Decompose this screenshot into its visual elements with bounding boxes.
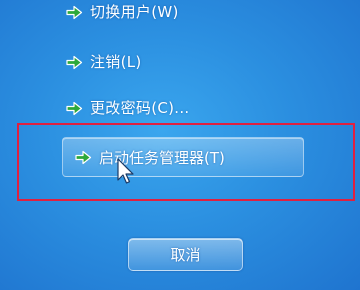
menu-item-change-password[interactable]: 更改密码(C)...	[66, 101, 189, 116]
menu-item-log-off[interactable]: 注销(L)	[66, 55, 142, 70]
menu-item-label: 更改密码(C)...	[90, 99, 190, 117]
menu-item-switch-user[interactable]: 切换用户(W)	[66, 5, 179, 20]
menu-item-label: 注销(L)	[90, 53, 142, 71]
menu-item-task-manager[interactable]: 启动任务管理器(T)	[62, 137, 304, 177]
menu-item-label: 切换用户(W)	[90, 3, 179, 21]
mouse-cursor-icon	[117, 158, 134, 184]
arrow-right-icon	[66, 5, 83, 20]
cancel-button[interactable]: 取消	[128, 238, 243, 271]
arrow-right-icon	[66, 55, 83, 70]
arrow-right-icon	[75, 150, 92, 164]
arrow-right-icon	[66, 101, 83, 116]
